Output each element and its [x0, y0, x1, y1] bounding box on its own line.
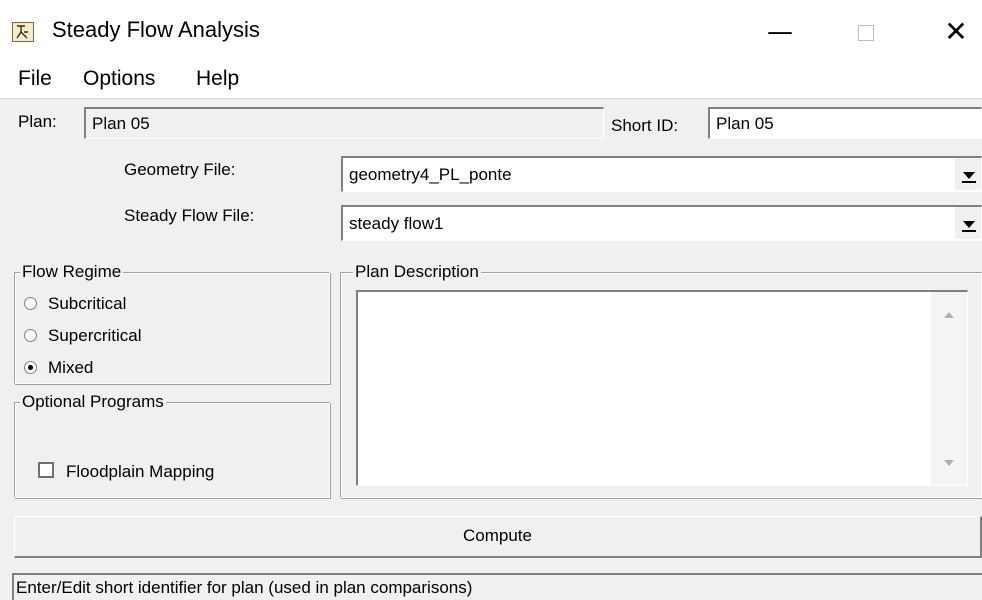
- menu-options[interactable]: Options: [83, 64, 155, 98]
- plan-label: Plan:: [18, 112, 57, 131]
- close-button[interactable]: ✕: [928, 14, 982, 50]
- optional-programs-title: Optional Programs: [20, 392, 166, 412]
- scroll-down-arrow-icon[interactable]: [944, 460, 954, 466]
- steady-flow-file-label: Steady Flow File:: [124, 206, 255, 225]
- maximize-button[interactable]: [838, 14, 894, 50]
- short-id-input[interactable]: Plan 05: [708, 107, 982, 139]
- plan-description-title: Plan Description: [353, 262, 481, 282]
- subcritical-radio[interactable]: [24, 297, 37, 310]
- close-icon: ✕: [944, 15, 968, 48]
- steady-flow-file-value: steady flow1: [349, 214, 444, 233]
- geometry-file-value: geometry4_PL_ponte: [349, 165, 512, 184]
- chevron-down-icon[interactable]: [955, 207, 981, 239]
- geometry-file-label: Geometry File:: [124, 160, 236, 179]
- geometry-file-select[interactable]: geometry4_PL_ponte: [341, 156, 982, 192]
- flow-regime-title: Flow Regime: [20, 262, 124, 282]
- menu-divider: [0, 98, 982, 99]
- plan-description-textarea[interactable]: [356, 290, 968, 486]
- compute-button[interactable]: Compute: [14, 516, 982, 558]
- floodplain-mapping-label[interactable]: Floodplain Mapping: [66, 462, 214, 482]
- menu-bar: File Options Help: [0, 64, 982, 98]
- menu-help[interactable]: Help: [196, 64, 239, 98]
- supercritical-label[interactable]: Supercritical: [48, 326, 142, 346]
- minimize-icon: —: [767, 17, 793, 47]
- floodplain-mapping-checkbox[interactable]: [38, 462, 54, 478]
- app-icon[interactable]: [12, 22, 34, 42]
- minimize-button[interactable]: —: [752, 14, 808, 50]
- optional-programs-group: [14, 402, 330, 498]
- title-bar: Steady Flow Analysis — ✕: [0, 0, 982, 64]
- supercritical-radio[interactable]: [24, 329, 37, 342]
- short-id-label: Short ID:: [611, 116, 679, 135]
- mixed-radio[interactable]: [24, 361, 37, 374]
- mixed-label[interactable]: Mixed: [48, 358, 93, 378]
- plan-description-scrollbar[interactable]: [931, 292, 967, 485]
- menu-file[interactable]: File: [18, 64, 52, 98]
- status-bar: Enter/Edit short identifier for plan (us…: [12, 573, 982, 600]
- maximize-icon: [858, 24, 874, 41]
- scroll-up-arrow-icon[interactable]: [944, 312, 954, 318]
- plan-title-field[interactable]: Plan 05: [84, 107, 604, 139]
- chevron-down-icon[interactable]: [955, 158, 981, 190]
- steady-flow-file-select[interactable]: steady flow1: [341, 205, 982, 241]
- subcritical-label[interactable]: Subcritical: [48, 294, 126, 314]
- window-title: Steady Flow Analysis: [52, 17, 260, 42]
